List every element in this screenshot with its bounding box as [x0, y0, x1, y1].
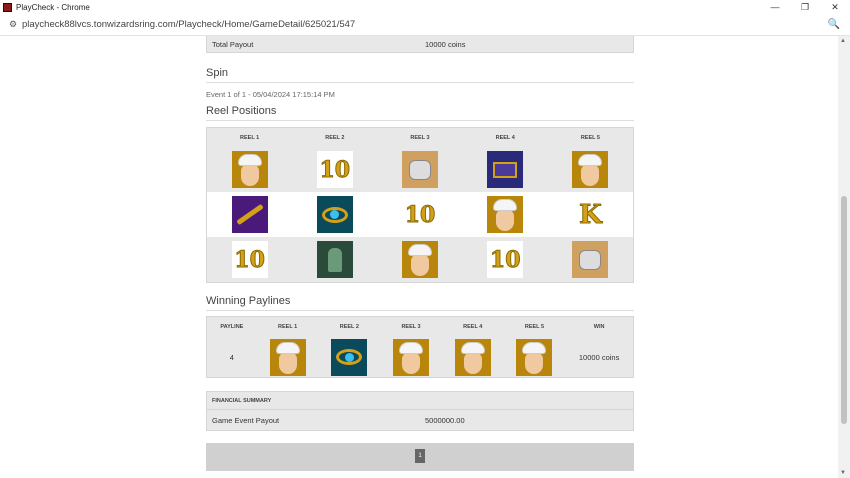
address-bar[interactable]: ⚙ playcheck88lvcs.tonwizardsring.com/Pla…: [0, 14, 850, 36]
reel-header: REEL 5: [580, 134, 600, 141]
genie-symbol-icon: [454, 338, 491, 376]
reel-cell: K: [548, 196, 633, 233]
payline-symbol-cell: [442, 338, 504, 376]
zoom-icon[interactable]: 🔍: [824, 19, 844, 30]
reel-cell: 10: [207, 241, 292, 278]
genie-symbol-icon: [516, 338, 553, 376]
minimize-button[interactable]: —: [760, 2, 790, 12]
scroll-thumb[interactable]: [841, 196, 847, 424]
reel-cell: 10: [377, 196, 462, 233]
close-button[interactable]: ✕: [820, 2, 850, 13]
reel-positions-table: REEL 1 REEL 2 REEL 3 REEL 4 REEL 5 10 10…: [206, 127, 634, 283]
scrollbar[interactable]: ▲ ▼: [838, 36, 850, 478]
reel-cell: 10: [292, 151, 377, 188]
reel-header: REEL 1: [240, 134, 260, 141]
genie-symbol-icon: [487, 196, 524, 233]
payline-symbol-cell: [318, 338, 380, 376]
reel-positions-title: Reel Positions: [206, 105, 634, 121]
game-event-payout-value: 5000000.00: [425, 415, 465, 425]
total-payout-label: Total Payout: [212, 39, 254, 49]
reel-cell: [292, 241, 377, 278]
payline-symbol-cell: [504, 338, 566, 376]
ten-symbol-icon: 10: [402, 196, 438, 233]
elephant-symbol-icon: [572, 241, 609, 278]
reel-header: REEL 2: [325, 134, 345, 141]
payline-header: PAYLINE: [220, 324, 244, 330]
genie-symbol-icon: [269, 338, 306, 376]
game-detail-content: Total Payout 10000 coins Spin Event 1 of…: [206, 36, 634, 471]
scroll-down-arrow-icon[interactable]: ▼: [840, 470, 846, 476]
reel-row: 10 10: [207, 237, 633, 282]
winning-paylines-title: Winning Paylines: [206, 295, 634, 311]
elephant-symbol-icon: [402, 151, 438, 188]
payline-symbol-cell: [257, 338, 319, 376]
genie-symbol-icon: [393, 338, 430, 376]
page-button[interactable]: 1: [415, 449, 425, 463]
reel-cell: [548, 241, 633, 278]
reel-cell: [548, 151, 633, 188]
payline-win: 10000 coins: [578, 352, 620, 362]
king-symbol-icon: K: [572, 196, 609, 233]
url-field[interactable]: playcheck88lvcs.tonwizardsring.com/Playc…: [22, 19, 824, 30]
reel-cell: [463, 196, 548, 233]
reel-header: REEL 4: [463, 324, 483, 330]
reel-header: REEL 4: [495, 134, 515, 141]
chest-symbol-icon: [487, 151, 524, 188]
sword-symbol-icon: [231, 196, 268, 233]
pagination: 1: [206, 443, 634, 471]
win-header: WIN: [593, 324, 605, 330]
payline-row: 4 10000 coins: [207, 337, 633, 377]
app-icon: [3, 2, 12, 12]
reel-cell: [377, 241, 462, 278]
financial-summary-row: Game Event Payout 5000000.00: [207, 410, 633, 430]
spin-title: Spin: [206, 67, 634, 83]
reel-cell: [207, 196, 292, 233]
genie-symbol-icon: [572, 151, 609, 188]
reel-cell: 10: [463, 241, 548, 278]
ten-symbol-icon: 10: [487, 241, 524, 278]
payline-number: 4: [229, 352, 234, 362]
reel-header: REEL 5: [524, 324, 544, 330]
window-titlebar: PlayCheck - Chrome — ❐ ✕: [0, 0, 850, 14]
paylines-header-row: PAYLINE REEL 1 REEL 2 REEL 3 REEL 4 REEL…: [207, 317, 633, 337]
ten-symbol-icon: 10: [231, 241, 268, 278]
tune-icon[interactable]: ⚙: [6, 19, 20, 30]
reel-cell: [463, 151, 548, 188]
reel-cell: [377, 151, 462, 188]
total-payout-value: 10000 coins: [425, 39, 466, 49]
winning-paylines-table: PAYLINE REEL 1 REEL 2 REEL 3 REEL 4 REEL…: [206, 316, 634, 378]
lamp-symbol-icon: [331, 338, 368, 376]
reel-row: 10: [207, 147, 633, 192]
financial-summary-table: FINANCIAL SUMMARY Game Event Payout 5000…: [206, 391, 634, 431]
cat-symbol-icon: [316, 241, 353, 278]
reel-header: REEL 2: [339, 324, 359, 330]
ten-symbol-icon: 10: [316, 151, 353, 188]
scroll-up-arrow-icon[interactable]: ▲: [840, 38, 846, 44]
reel-cell: [207, 151, 292, 188]
genie-symbol-icon: [231, 151, 268, 188]
financial-summary-title: FINANCIAL SUMMARY: [207, 392, 633, 410]
reel-header: REEL 3: [410, 134, 430, 141]
total-payout-row: Total Payout 10000 coins: [206, 36, 634, 53]
reel-cell: [292, 196, 377, 233]
window-title: PlayCheck - Chrome: [16, 2, 90, 12]
reel-header: REEL 1: [278, 324, 298, 330]
event-info: Event 1 of 1 - 05/04/2024 17:15:14 PM: [206, 90, 335, 99]
reel-header: REEL 3: [401, 324, 421, 330]
game-event-payout-label: Game Event Payout: [212, 415, 280, 425]
reel-header-row: REEL 1 REEL 2 REEL 3 REEL 4 REEL 5: [207, 128, 633, 147]
payline-symbol-cell: [380, 338, 442, 376]
genie-symbol-icon: [402, 241, 438, 278]
restore-button[interactable]: ❐: [790, 2, 820, 13]
reel-row: 10 K: [207, 192, 633, 237]
lamp-symbol-icon: [316, 196, 353, 233]
